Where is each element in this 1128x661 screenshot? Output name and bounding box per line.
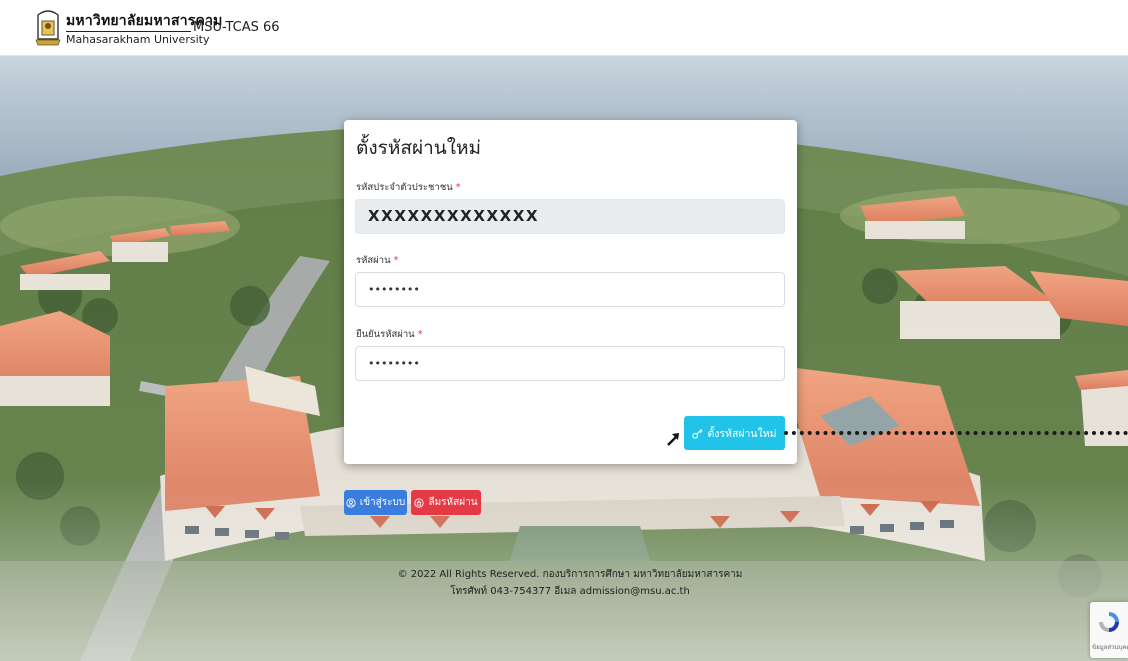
key-icon <box>692 428 703 439</box>
system-name: MSU-TCAS 66 <box>193 20 280 35</box>
forgot-password-label: ลืมรหัสผ่าน <box>428 497 478 508</box>
set-new-password-button[interactable]: ตั้งรหัสผ่านใหม่ <box>684 416 785 450</box>
user-circle-icon <box>346 497 356 508</box>
recaptcha-icon <box>1099 612 1119 632</box>
lock-icon <box>414 497 425 508</box>
password-field[interactable]: •••••••• <box>355 272 785 307</box>
required-mark: * <box>455 182 461 193</box>
citizen-id-label: รหัสประจำตัวประชาชน * <box>356 182 461 193</box>
login-button[interactable]: เข้าสู่ระบบ <box>344 490 407 515</box>
set-new-password-label: ตั้งรหัสผ่านใหม่ <box>707 427 777 440</box>
password-label: รหัสผ่าน * <box>356 255 399 266</box>
top-navbar: มหาวิทยาลัยมหาสารคาม Mahasarakham Univer… <box>0 0 1128 56</box>
footer-contact: โทรศัพท์ 043-754377 อีเมล admission@msu.… <box>450 586 690 597</box>
university-logo[interactable] <box>34 9 62 47</box>
page-title: ตั้งรหัสผ่านใหม่ <box>356 137 482 159</box>
required-mark: * <box>417 329 423 340</box>
recaptcha-badge[interactable]: ข้อมูลส่วนบุคคล - ข้อกำหนด <box>1090 602 1128 658</box>
reset-password-card: ตั้งรหัสผ่านใหม่ รหัสประจำตัวประชาชน * XX… <box>344 120 797 464</box>
footer-copyright: © 2022 All Rights Reserved. กองบริการการ… <box>397 569 743 580</box>
forgot-password-button[interactable]: ลืมรหัสผ่าน <box>411 490 481 515</box>
citizen-id-field: XXXXXXXXXXXXX <box>355 199 785 234</box>
login-label: เข้าสู่ระบบ <box>359 497 406 508</box>
annotation-dotted-line <box>784 431 1128 435</box>
arrow-pointer-icon <box>667 433 679 446</box>
confirm-password-label: ยืนยันรหัสผ่าน * <box>356 329 423 340</box>
recaptcha-links: ข้อมูลส่วนบุคคล - ข้อกำหนด <box>1092 644 1128 651</box>
logo-divider <box>66 31 191 32</box>
university-name-english: Mahasarakham University <box>66 33 210 46</box>
footer: © 2022 All Rights Reserved. กองบริการการ… <box>380 566 760 600</box>
confirm-password-field[interactable]: •••••••• <box>355 346 785 381</box>
required-mark: * <box>393 255 399 266</box>
